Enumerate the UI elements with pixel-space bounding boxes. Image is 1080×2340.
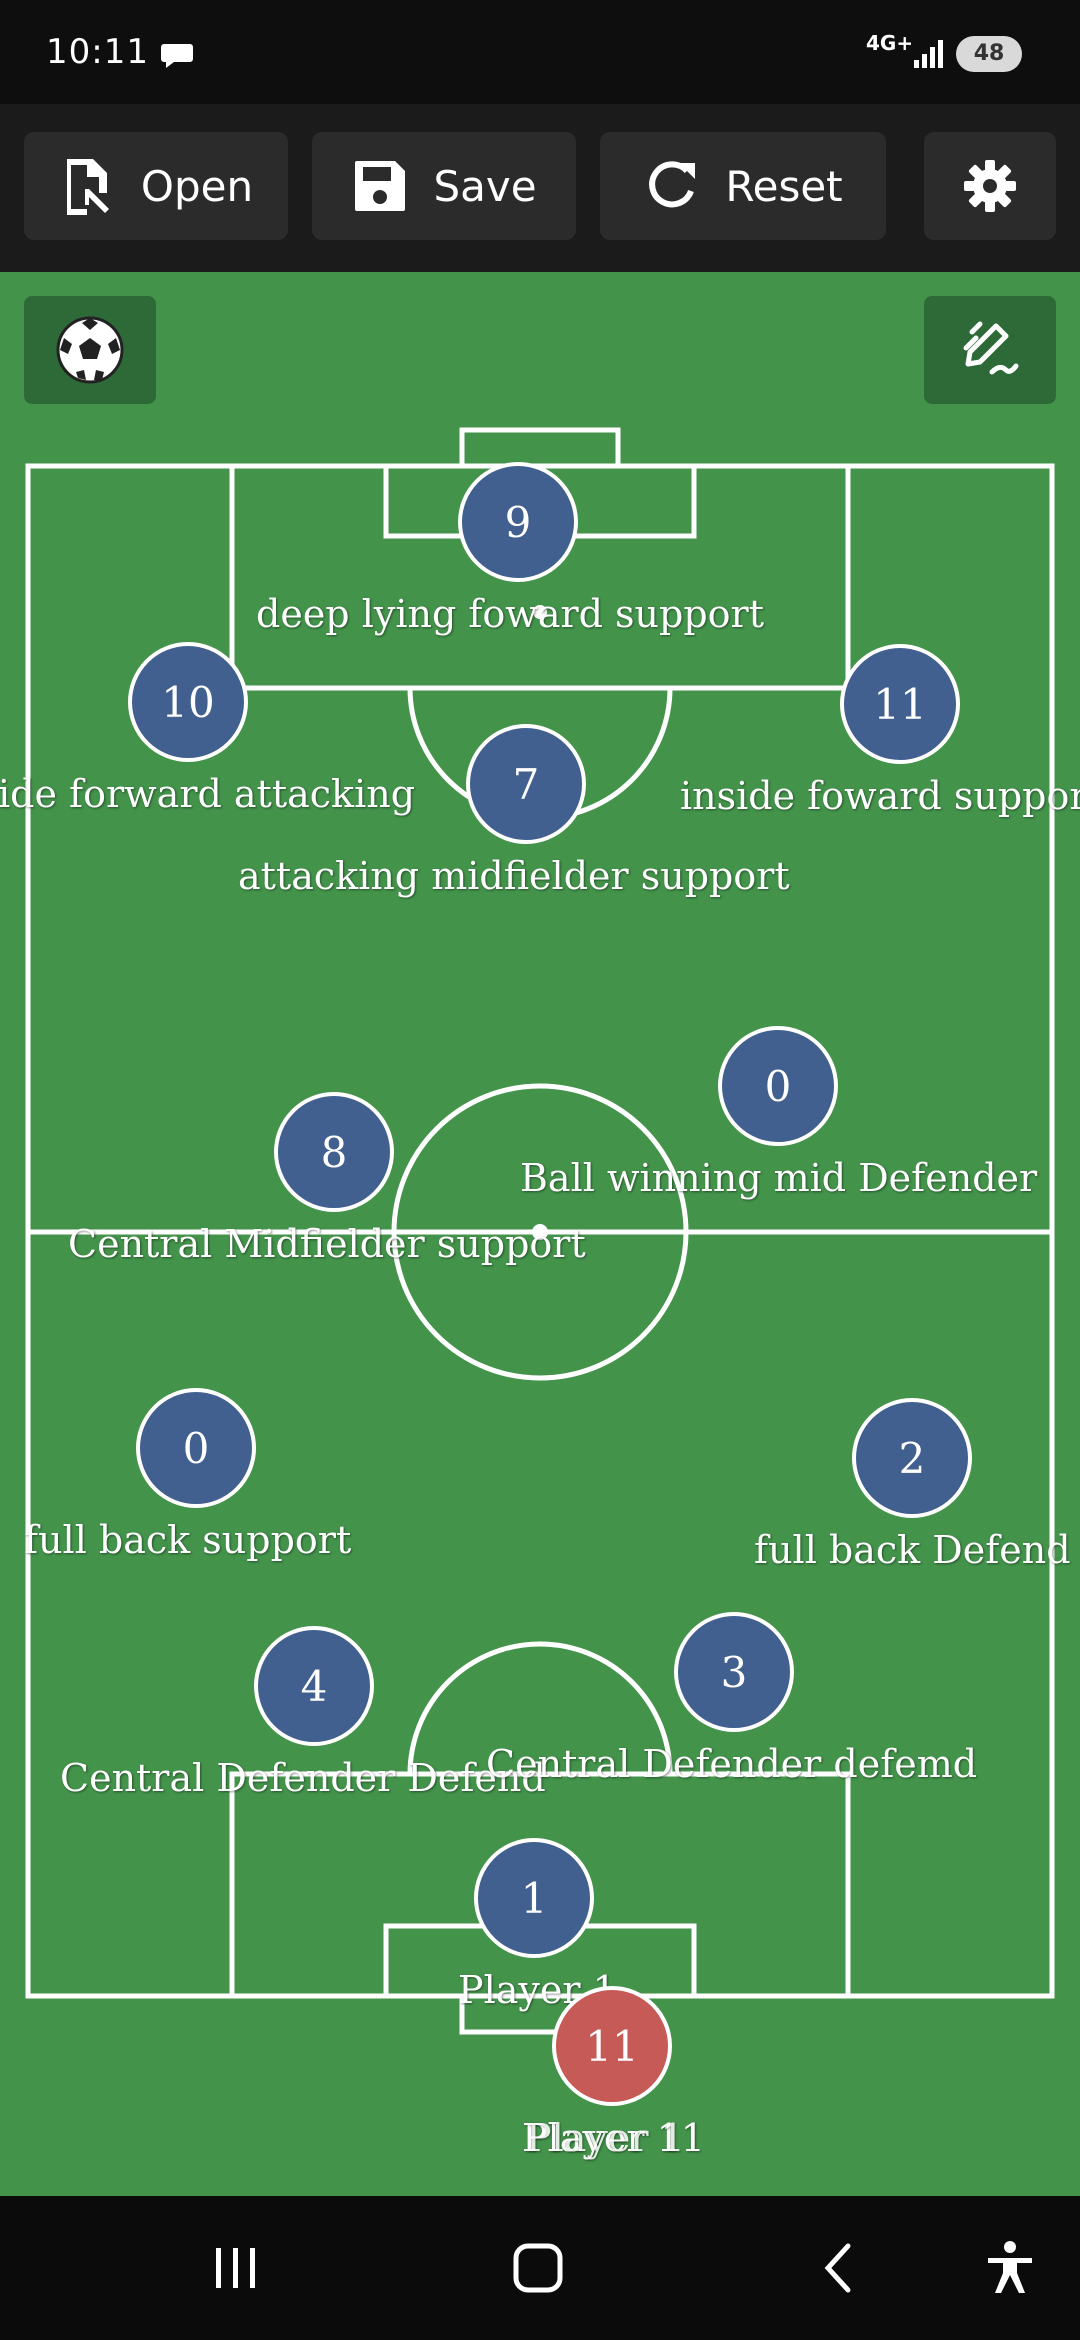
settings-button[interactable]	[924, 132, 1056, 240]
back-icon[interactable]	[810, 2238, 870, 2298]
file-open-icon	[66, 159, 109, 215]
open-button[interactable]: Open	[24, 132, 288, 240]
player-token[interactable]: 3	[674, 1612, 794, 1732]
player-role-label: Central Defender Defend	[60, 1756, 546, 1800]
player-role-label: inside foward suppor	[680, 774, 1080, 818]
system-nav-bar	[0, 2196, 1080, 2340]
player-role-label: ide forward attacking	[0, 772, 416, 816]
player-token[interactable]: 9	[458, 462, 578, 582]
refresh-icon	[649, 161, 696, 208]
soccer-ball-icon	[56, 316, 124, 384]
player-role-label: Central Defender defemd	[486, 1742, 978, 1786]
player-role-label: full back Defend	[754, 1528, 1071, 1572]
recent-apps-icon[interactable]	[206, 2238, 266, 2298]
player-role-label: Ball winning mid Defender	[520, 1156, 1038, 1200]
player-token[interactable]: 4	[254, 1626, 374, 1746]
save-button[interactable]: Save	[312, 132, 576, 240]
toolbar: Open Save Reset	[0, 104, 1080, 272]
pitch-area[interactable]: 9 deep lying foward support 10 ide forwa…	[0, 272, 1080, 2196]
player-token[interactable]: 11	[840, 644, 960, 764]
player-token[interactable]: 1	[474, 1838, 594, 1958]
player-role-label-overlap: Player 1	[526, 2116, 685, 2160]
player-token[interactable]: 0	[136, 1388, 256, 1508]
signal-strength-icon	[914, 40, 943, 68]
pencil-edit-icon	[963, 321, 1019, 375]
player-token[interactable]: 0	[718, 1026, 838, 1146]
ball-toggle-button[interactable]	[24, 296, 156, 404]
reset-button-label: Reset	[725, 161, 843, 211]
reset-button[interactable]: Reset	[600, 132, 886, 240]
status-bar: 10:11 4G+ 48	[0, 0, 1080, 104]
chat-bubble-icon	[161, 44, 193, 68]
player-token[interactable]: 10	[128, 642, 248, 762]
open-button-label: Open	[140, 161, 254, 211]
floppy-disk-icon	[355, 161, 406, 211]
accessibility-icon[interactable]	[980, 2238, 1040, 2298]
player-token[interactable]: 11	[552, 1986, 672, 2106]
player-role-label: Central Midfielder support	[68, 1222, 586, 1266]
player-role-label: deep lying foward support	[256, 592, 764, 636]
battery-indicator: 48	[956, 36, 1022, 72]
player-token[interactable]: 8	[274, 1092, 394, 1212]
home-icon[interactable]	[508, 2238, 568, 2298]
player-role-label: attacking midfielder support	[238, 854, 790, 898]
draw-mode-button[interactable]	[924, 296, 1056, 404]
player-token[interactable]: 2	[852, 1398, 972, 1518]
player-token[interactable]: 7	[466, 724, 586, 844]
status-time: 10:11	[46, 32, 149, 72]
save-button-label: Save	[433, 161, 537, 211]
gear-icon	[964, 160, 1016, 212]
player-role-label: full back support	[24, 1518, 352, 1562]
network-type-label: 4G+	[866, 31, 914, 55]
